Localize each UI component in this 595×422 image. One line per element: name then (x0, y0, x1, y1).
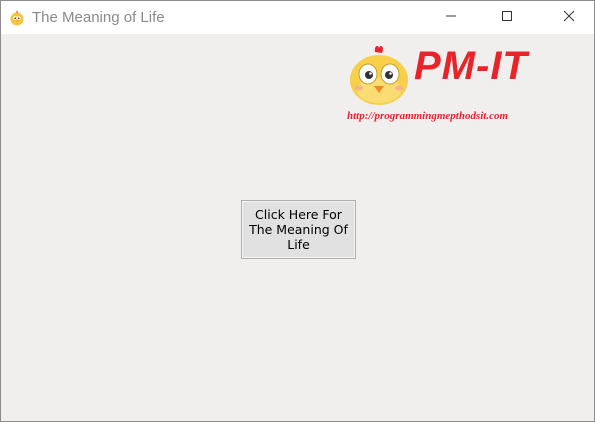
maximize-icon (501, 9, 513, 27)
close-icon (563, 9, 575, 27)
pm-it-logo: PM-IT http://programmingmepthodsit.com (346, 40, 551, 124)
minimize-icon (445, 9, 457, 27)
chick-mascot (348, 44, 410, 106)
title-bar[interactable]: The Meaning of Life (1, 1, 594, 34)
chick-icon (9, 10, 25, 26)
minimize-button[interactable] (428, 1, 474, 34)
logo-title: PM-IT (414, 44, 528, 88)
maximize-button[interactable] (484, 1, 530, 34)
close-button[interactable] (546, 1, 592, 34)
window-title: The Meaning of Life (32, 9, 165, 26)
meaning-of-life-button[interactable]: Click Here For The Meaning Of Life (241, 200, 356, 259)
app-window: The Meaning of Life PM-IT http://program… (0, 0, 595, 422)
logo-url: http://programmingmepthodsit.com (347, 110, 509, 122)
client-area: PM-IT http://programmingmepthodsit.com C… (1, 34, 594, 421)
